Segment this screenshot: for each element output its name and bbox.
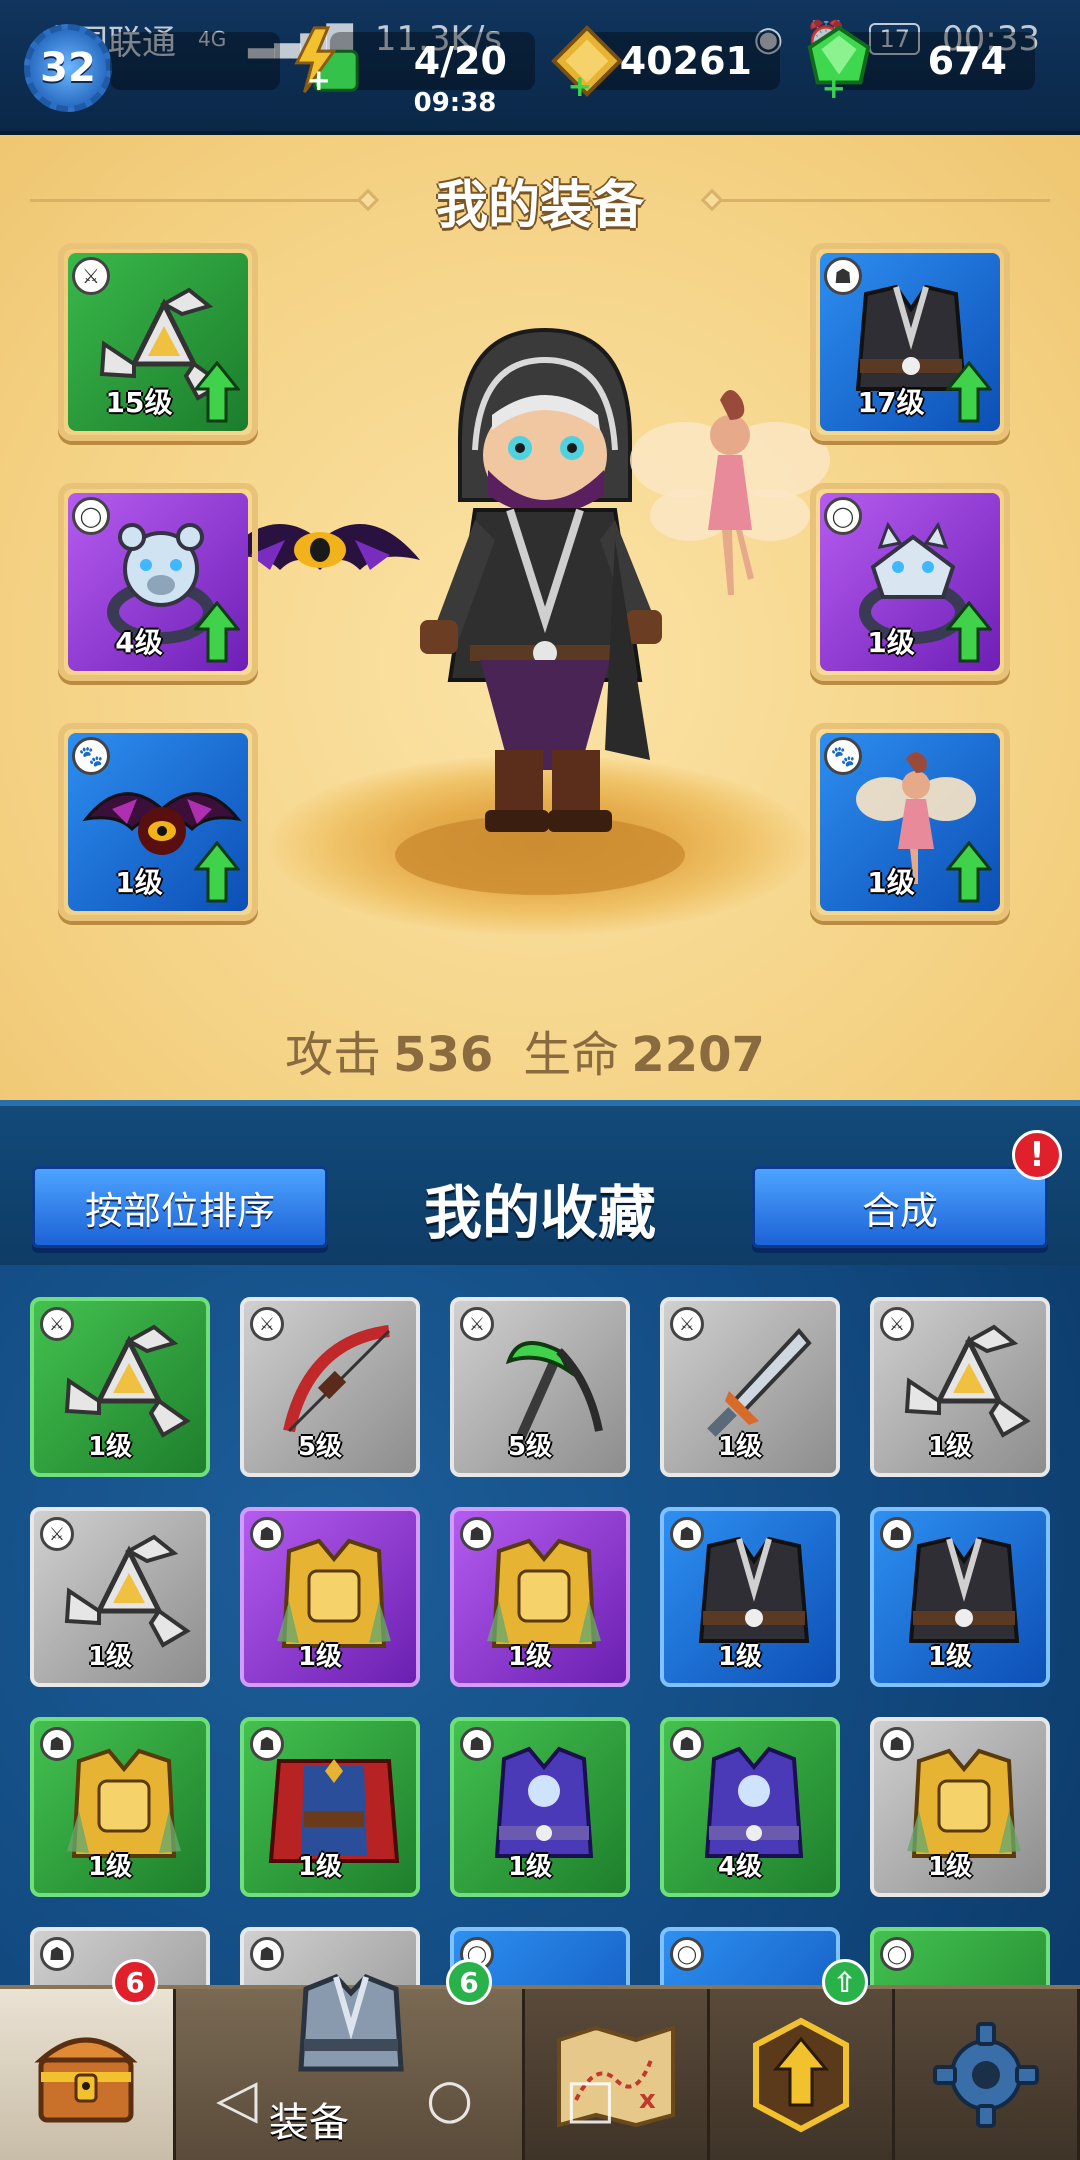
ring-category-icon: ◯ — [880, 1937, 914, 1971]
collection-item[interactable]: ☗ 1级 — [660, 1507, 840, 1687]
energy-count: 4/20 — [413, 39, 507, 83]
gear-icon — [932, 2021, 1039, 2128]
equipment-title-row: 我的装备 — [30, 155, 1050, 236]
collection-item[interactable]: ☗ 1级 — [870, 1717, 1050, 1897]
slot-level: 15级 — [105, 386, 173, 419]
svg-text:+: + — [821, 71, 846, 100]
item-level: 5级 — [297, 1432, 343, 1462]
energy-icon[interactable]: + — [285, 22, 363, 100]
equip-slot-weapon[interactable]: ⚔ 15级 — [58, 243, 258, 441]
top-bar: 中国联通 4G ▂▃▅▇ 11.3K/s ◉ ⏰ 17 00:33 32 4/2… — [0, 0, 1080, 135]
item-level: 1级 — [87, 1432, 133, 1462]
tab-settings[interactable] — [895, 1989, 1080, 2160]
armor-category-icon: ☗ — [250, 1937, 284, 1971]
gem-icon[interactable]: + — [800, 22, 878, 100]
armor-helmet-icon — [298, 1974, 404, 2072]
slot-level: 1级 — [867, 626, 915, 659]
collection-item-partial[interactable]: ◯ — [870, 1927, 1050, 1985]
item-level: 5级 — [507, 1432, 553, 1462]
item-level: 1级 — [717, 1642, 763, 1672]
gem-count: 674 — [927, 39, 1007, 83]
equip-slot-pet-2[interactable]: 🐾 1级 — [810, 723, 1010, 921]
equipment-badge: 6 — [445, 1959, 492, 2005]
hp-value: 2207 — [631, 1027, 765, 1083]
collection-item[interactable]: ⚔ 1级 — [30, 1297, 210, 1477]
item-level: 1级 — [297, 1642, 343, 1672]
gold-coin-icon[interactable]: + — [548, 22, 626, 100]
item-level: 1级 — [507, 1642, 553, 1672]
collection-grid: ⚔ 1级 ⚔ 5级 ⚔ 5级 ⚔ 1级 ⚔ 1级 ⚔ 1级 ☗ 1级 ☗ 1级 ☗ 1级 ☗ 1级 ☗ 1级 ☗ 1级 ☗ 1级 ☗… — [0, 1265, 1080, 1985]
equipment-panel: 我的装备 ⚔ 15级 ◯ 4级 🐾 1级 ☗ 17级 ◯ 1级 🐾 1级 攻击 … — [0, 135, 1080, 1100]
svg-text:+: + — [306, 63, 331, 97]
item-level: 1级 — [927, 1852, 973, 1882]
upgrade-arrow-icon — [194, 601, 240, 663]
upgrade-arrow-icon — [194, 841, 240, 903]
upgrade-hex-icon — [752, 2017, 849, 2132]
equip-slot-ring-2[interactable]: ◯ 1级 — [810, 483, 1010, 681]
system-recent-icon[interactable]: □ — [565, 2067, 616, 2130]
collection-item[interactable]: ⚔ 1级 — [30, 1507, 210, 1687]
collection-item[interactable]: ⚔ 5级 — [450, 1297, 630, 1477]
item-level: 1级 — [87, 1642, 133, 1672]
collection-item[interactable]: ☗ 1级 — [870, 1507, 1050, 1687]
energy-timer: 09:38 — [413, 88, 497, 118]
level-pill — [110, 32, 280, 90]
upgrade-arrow-icon — [194, 361, 240, 423]
upgrade-arrow-icon — [946, 361, 992, 423]
upgrade-arrow-icon — [946, 841, 992, 903]
collection-item[interactable]: ⚔ 1级 — [870, 1297, 1050, 1477]
collection-item[interactable]: ☗ 1级 — [240, 1717, 420, 1897]
armor-category-icon: ☗ — [40, 1937, 74, 1971]
player-level: 32 — [40, 45, 96, 91]
svg-text:+: + — [568, 69, 593, 100]
chest-badge: 6 — [112, 1959, 158, 2005]
item-level: 1级 — [297, 1852, 343, 1882]
collection-item[interactable]: ☗ 1级 — [450, 1717, 630, 1897]
tab-upgrade[interactable]: ⇧ — [710, 1959, 895, 2160]
item-level: 4级 — [717, 1852, 763, 1882]
collection-item[interactable]: ☗ 1级 — [30, 1717, 210, 1897]
item-level: 1级 — [507, 1852, 553, 1882]
merge-button[interactable]: 合成 — [752, 1166, 1048, 1248]
slot-level: 4级 — [115, 626, 163, 659]
slot-level: 17级 — [857, 386, 925, 419]
item-level: 1级 — [717, 1432, 763, 1462]
svg-text:x: x — [639, 2085, 656, 2115]
merge-alert-badge: ! — [1012, 1130, 1062, 1180]
equip-slot-pet[interactable]: 🐾 1级 — [58, 723, 258, 921]
collection-item[interactable]: ☗ 1级 — [240, 1507, 420, 1687]
collection-item[interactable]: ⚔ 1级 — [660, 1297, 840, 1477]
item-level: 1级 — [87, 1852, 133, 1882]
fairy-pet-figure — [630, 390, 830, 595]
attack-value: 536 — [393, 1027, 494, 1083]
collection-item[interactable]: ⚔ 5级 — [240, 1297, 420, 1477]
item-level: 1级 — [927, 1432, 973, 1462]
equip-slot-ring[interactable]: ◯ 4级 — [58, 483, 258, 681]
slot-level: 1级 — [115, 866, 163, 899]
tab-equipment[interactable]: 6 ◁ 装备 ○ — [175, 1959, 525, 2160]
collection-header: 按部位排序 我的收藏 合成 — [0, 1100, 1080, 1265]
upgrade-arrow-icon — [946, 601, 992, 663]
system-home-icon[interactable]: ○ — [426, 2067, 473, 2130]
tab-map[interactable]: x □ — [525, 1989, 710, 2160]
equip-slot-armor[interactable]: ☗ 17级 — [810, 243, 1010, 441]
collection-item[interactable]: ☗ 1级 — [450, 1507, 630, 1687]
item-level: 1级 — [927, 1642, 973, 1672]
upgrade-badge-icon: ⇧ — [821, 1959, 868, 2005]
hp-label: 生命 — [523, 1027, 620, 1083]
hero-stats: 攻击 536 生命 2207 — [0, 1015, 1080, 1085]
attack-label: 攻击 — [285, 1027, 382, 1083]
player-level-badge[interactable]: 32 — [24, 24, 112, 112]
equipment-title: 我的装备 — [435, 176, 644, 236]
slot-level: 1级 — [867, 866, 915, 899]
ring-category-icon: ◯ — [670, 1937, 704, 1971]
collection-item-partial[interactable]: ◯ — [660, 1927, 840, 1985]
gold-count: 40261 — [619, 39, 752, 83]
bottom-nav: 6 6 ◁ 装备 ○ x □ ⇧ — [0, 1959, 1080, 2160]
collection-item[interactable]: ☗ 4级 — [660, 1717, 840, 1897]
